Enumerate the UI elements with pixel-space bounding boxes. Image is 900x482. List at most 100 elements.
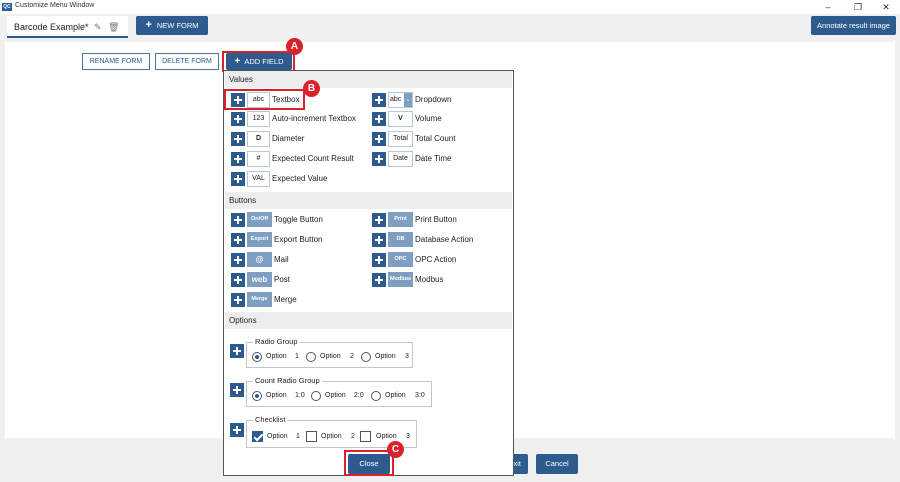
maximize-button[interactable]: ❐ [848, 1, 868, 13]
highlight-textbox [224, 89, 305, 110]
print-badge: Print [388, 212, 413, 227]
radio-group-preview: Radio Group Option 1 Option 2 Option 3 [246, 337, 413, 368]
total-count-label: Total Count [415, 134, 456, 143]
add-modbus-button[interactable] [372, 273, 386, 287]
add-expected-value-button[interactable] [231, 172, 245, 186]
add-mail-button[interactable] [231, 253, 245, 267]
minimize-button[interactable]: – [818, 1, 838, 13]
highlight-close [344, 450, 394, 476]
expected-value-chip: VAL [247, 171, 270, 187]
count-radio-option-2-text: Option [325, 392, 346, 399]
auto-increment-chip: 123 [247, 111, 270, 127]
opc-badge: OPC [388, 252, 413, 267]
radio-option-2-text: Option [320, 353, 341, 360]
mail-badge: @ [247, 252, 272, 267]
expected-count-label: Expected Count Result [272, 154, 354, 163]
add-merge-button[interactable] [231, 293, 245, 307]
trash-icon[interactable]: 🗑 [108, 22, 119, 33]
expected-value-label: Expected Value [272, 174, 328, 183]
add-print-button[interactable] [372, 213, 386, 227]
add-opc-action-button[interactable] [372, 253, 386, 267]
delete-form-button[interactable]: DELETE FORM [155, 53, 219, 70]
post-badge: web [247, 272, 272, 287]
count-radio-option-2 [311, 391, 321, 401]
add-database-action-button[interactable] [372, 233, 386, 247]
add-checklist-button[interactable] [230, 423, 244, 437]
add-field-dialog: Values abc Textbox 123 Auto-increment Te… [223, 70, 514, 476]
toolbar [0, 14, 900, 39]
dropdown-chip-text: abc [390, 96, 402, 103]
count-radio-option-1-text: Option [266, 392, 287, 399]
add-total-count-button[interactable] [372, 132, 386, 146]
close-window-button[interactable]: ✕ [876, 1, 896, 13]
database-label: Database Action [415, 235, 474, 244]
diameter-chip: D [247, 131, 270, 147]
add-post-button[interactable] [231, 273, 245, 287]
window-titlebar: QC Customize Menu Window – ❐ ✕ [0, 0, 900, 14]
radio-option-3 [361, 352, 371, 362]
rename-form-button[interactable]: RENAME FORM [82, 53, 150, 70]
expected-count-chip: # [247, 151, 270, 167]
new-form-button[interactable]: + NEW FORM [136, 16, 208, 35]
plus-icon: + [145, 19, 152, 31]
dropdown-chip: abc ⌄ [388, 92, 413, 108]
highlight-add-field [222, 51, 295, 72]
database-badge: DB [388, 232, 413, 247]
add-volume-button[interactable] [372, 112, 386, 126]
export-badge: Export [247, 232, 272, 247]
add-date-time-button[interactable] [372, 152, 386, 166]
mail-label: Mail [274, 255, 289, 264]
radio-option-2 [306, 352, 316, 362]
modbus-badge: Modbus [388, 272, 413, 287]
count-radio-group-preview: Count Radio Group Option 1:0 Option 2:0 … [246, 376, 432, 407]
tab-barcode-example[interactable]: Barcode Example* ✎ 🗑 [7, 16, 128, 38]
checklist-option-1-text: Option [267, 433, 288, 440]
checklist-option-3-text: Option [376, 433, 397, 440]
diameter-label: Diameter [272, 134, 305, 143]
add-radio-group-button[interactable] [230, 344, 244, 358]
chevron-down-icon: ⌄ [404, 93, 412, 107]
marker-a: A [286, 38, 303, 55]
toggle-label: Toggle Button [274, 215, 323, 224]
print-label: Print Button [415, 215, 457, 224]
add-dropdown-button[interactable] [372, 93, 386, 107]
merge-label: Merge [274, 295, 297, 304]
add-export-button[interactable] [231, 233, 245, 247]
add-count-radio-group-button[interactable] [230, 383, 244, 397]
date-time-label: Date Time [415, 154, 452, 163]
radio-option-3-text: Option [375, 353, 396, 360]
total-count-chip: Total [388, 131, 413, 147]
add-diameter-button[interactable] [231, 132, 245, 146]
add-auto-increment-button[interactable] [231, 112, 245, 126]
count-radio-option-1 [252, 391, 262, 401]
marker-c: C [387, 441, 404, 458]
radio-option-1-text: Option [266, 353, 287, 360]
export-label: Export Button [274, 235, 323, 244]
add-toggle-button[interactable] [231, 213, 245, 227]
checklist-option-2-text: Option [321, 433, 342, 440]
new-form-label: NEW FORM [156, 21, 199, 30]
radio-option-1-num: 1 [295, 353, 299, 360]
radio-option-3-num: 3 [405, 353, 409, 360]
date-time-chip: Date [388, 151, 413, 167]
checklist-title: Checklist [253, 415, 288, 424]
volume-chip: V [388, 111, 413, 127]
post-label: Post [274, 275, 291, 284]
cancel-button[interactable]: Cancel [536, 454, 578, 474]
count-radio-option-3-num: 3:0 [415, 392, 425, 399]
toggle-badge: On/Off [247, 212, 272, 227]
checklist-checkbox-1 [252, 431, 263, 442]
auto-increment-label: Auto-increment Textbox [272, 114, 356, 123]
annotate-result-image-button[interactable]: Annotate result image [811, 16, 896, 35]
window-title: Customize Menu Window [15, 2, 95, 9]
app-logo-icon: QC [2, 3, 12, 11]
radio-group-title: Radio Group [253, 337, 300, 346]
radio-option-2-num: 2 [350, 353, 354, 360]
count-radio-option-1-num: 1:0 [295, 392, 305, 399]
checklist-checkbox-3 [360, 431, 371, 442]
edit-pencil-icon[interactable]: ✎ [94, 22, 102, 33]
add-expected-count-button[interactable] [231, 152, 245, 166]
checklist-option-3-num: 3 [406, 433, 410, 440]
section-buttons-header: Buttons [225, 192, 512, 209]
radio-option-1 [252, 352, 262, 362]
